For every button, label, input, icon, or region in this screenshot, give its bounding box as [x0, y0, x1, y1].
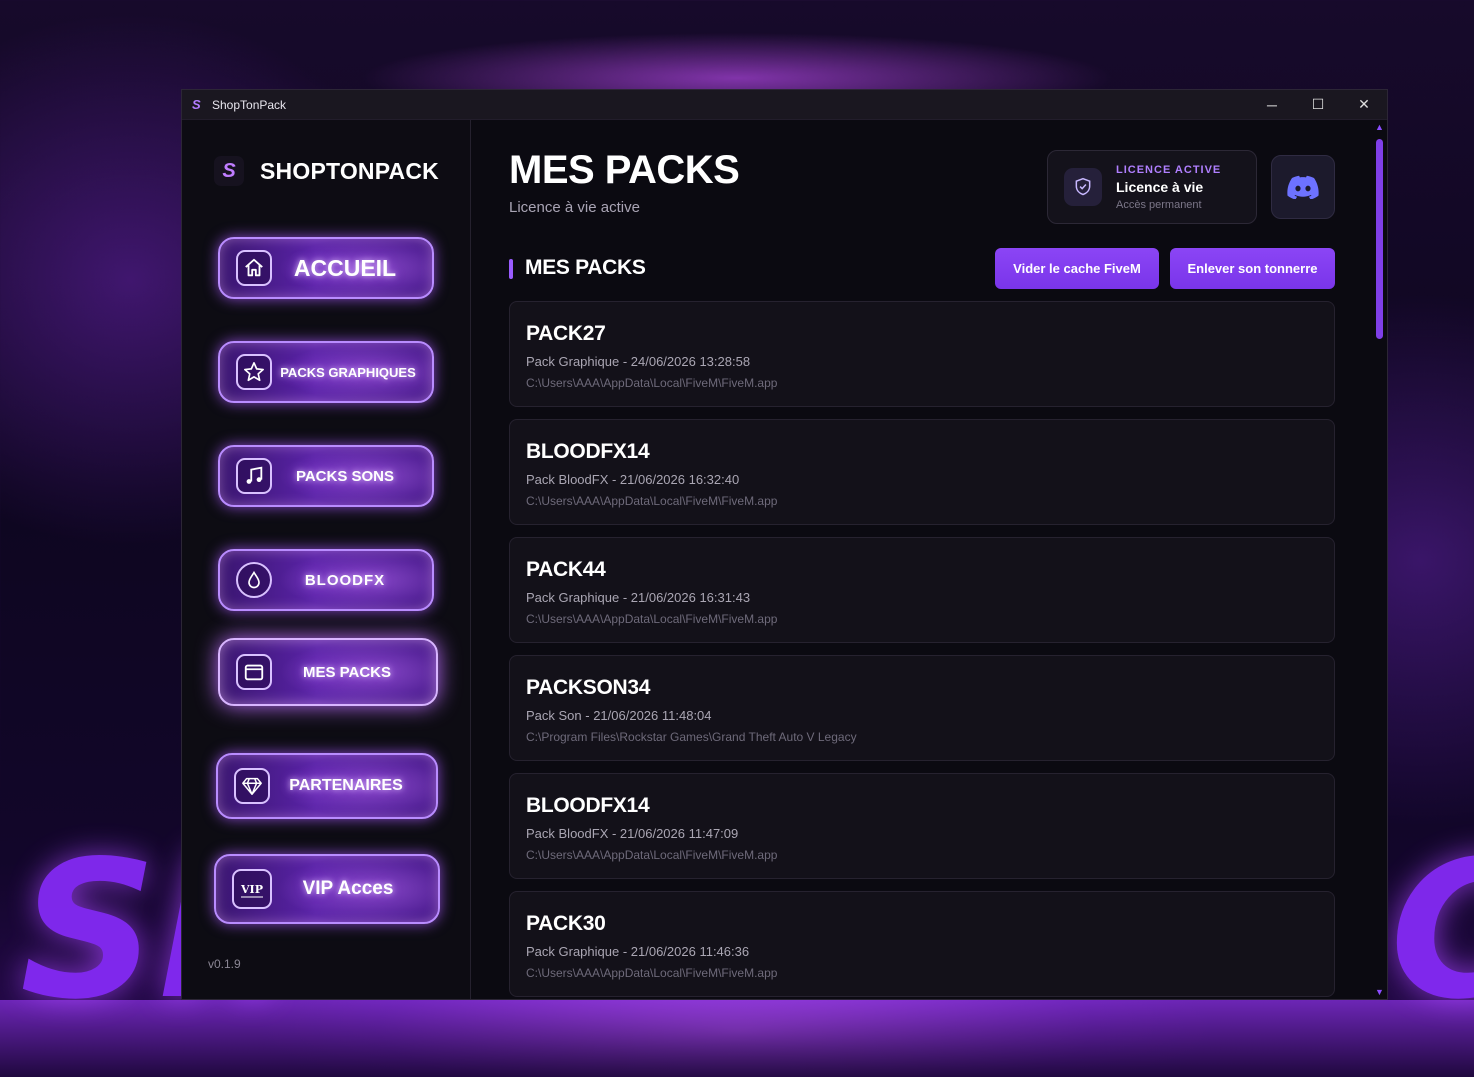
blood-drop-icon [236, 562, 272, 598]
pack-meta: Pack BloodFX - 21/06/2026 11:47:09 [526, 826, 739, 841]
brand-name: SHOPTONPACK [260, 157, 439, 184]
svg-text:VIP: VIP [240, 883, 263, 896]
pack-meta: Pack BloodFX - 21/06/2026 16:32:40 [526, 472, 740, 487]
background-logo-letters-right: C [1390, 820, 1474, 1041]
sidebar-item-bloodfx[interactable]: BLOODFX [218, 549, 434, 611]
minimize-button[interactable]: ─ [1249, 90, 1295, 120]
vip-badge-icon: VIP [232, 869, 272, 909]
pack-path: C:\Users\AAA\AppData\Local\FiveM\FiveM.a… [526, 612, 778, 626]
pack-meta: Pack Graphique - 21/06/2026 11:46:36 [526, 944, 750, 959]
sidebar-item-mes-packs[interactable]: MES PACKS [218, 638, 438, 706]
pack-meta: Pack Graphique - 24/06/2026 13:28:58 [526, 354, 751, 369]
pack-card[interactable]: BLOODFX14 Pack BloodFX - 21/06/2026 11:4… [509, 773, 1335, 879]
sidebar-item-label: MES PACKS [302, 663, 392, 681]
home-icon [236, 250, 272, 286]
pack-list: PACK27 Pack Graphique - 24/06/2026 13:28… [509, 301, 1335, 999]
pack-name: BLOODFX14 [526, 794, 650, 817]
app-version: v0.1.9 [208, 957, 241, 971]
pack-name: BLOODFX14 [526, 440, 650, 463]
sidebar-item-vip-acces[interactable]: VIP VIP Acces [214, 854, 440, 924]
brand: S SHOPTONPACK [214, 156, 439, 186]
scrollbar[interactable]: ▲ ▼ [1373, 120, 1387, 999]
sidebar-item-label: ACCUEIL [293, 254, 397, 281]
section-title: MES PACKS [525, 256, 646, 279]
window-controls: ─ ☐ ✕ [1249, 90, 1387, 120]
remove-thunder-sound-button[interactable]: Enlever son tonnerre [1170, 248, 1335, 289]
diamond-icon [234, 768, 270, 804]
license-card: LICENCE ACTIVE Licence à vie Accès perma… [1047, 150, 1257, 224]
section-accent-bar [509, 259, 513, 279]
sidebar-item-packs-graphiques[interactable]: PACKS GRAPHIQUES [218, 341, 434, 403]
license-status-label: LICENCE ACTIVE [1116, 163, 1222, 176]
brand-logo-icon: S [214, 156, 244, 186]
page-subtitle: Licence à vie active [509, 199, 640, 216]
pack-path: C:\Users\AAA\AppData\Local\FiveM\FiveM.a… [526, 848, 778, 862]
sidebar-item-partenaires[interactable]: PARTENAIRES [216, 753, 438, 819]
pack-name: PACK27 [526, 322, 606, 345]
music-note-icon [236, 458, 272, 494]
window-title: ShopTonPack [212, 97, 287, 112]
sidebar-item-label: PARTENAIRES [289, 777, 403, 794]
scroll-down-arrow-icon[interactable]: ▼ [1375, 987, 1384, 997]
pack-meta: Pack Graphique - 21/06/2026 16:31:43 [526, 590, 751, 605]
sidebar-item-label: PACKS GRAPHIQUES [280, 364, 416, 380]
close-button[interactable]: ✕ [1341, 90, 1387, 120]
shield-check-icon [1064, 168, 1102, 206]
pack-card[interactable]: PACK30 Pack Graphique - 21/06/2026 11:46… [509, 891, 1335, 997]
pack-meta: Pack Son - 21/06/2026 11:48:04 [526, 708, 712, 723]
app-window: S ShopTonPack ─ ☐ ✕ S SHOPTONPACK ACCUEI… [181, 89, 1388, 1000]
sidebar-item-label: VIP Acces [302, 878, 394, 899]
license-description: Accès permanent [1116, 198, 1202, 211]
pack-card[interactable]: PACK44 Pack Graphique - 21/06/2026 16:31… [509, 537, 1335, 643]
pack-card[interactable]: PACK27 Pack Graphique - 24/06/2026 13:28… [509, 301, 1335, 407]
page-title: MES PACKS [509, 148, 740, 192]
pack-card[interactable]: PACKSON34 Pack Son - 21/06/2026 11:48:04… [509, 655, 1335, 761]
app-logo-icon: S [192, 97, 201, 112]
sidebar-item-packs-sons[interactable]: PACKS SONS [218, 445, 434, 507]
pack-name: PACK30 [526, 912, 606, 935]
scroll-up-arrow-icon[interactable]: ▲ [1375, 122, 1384, 132]
folder-icon [236, 654, 272, 690]
scrollbar-thumb[interactable] [1376, 139, 1383, 339]
maximize-button[interactable]: ☐ [1295, 90, 1341, 120]
main-content: MES PACKS Licence à vie active LICENCE A… [471, 120, 1387, 999]
license-type: Licence à vie [1116, 178, 1204, 195]
discord-icon [1287, 175, 1319, 199]
pack-path: C:\Users\AAA\AppData\Local\FiveM\FiveM.a… [526, 376, 778, 390]
sidebar-item-label: BLOODFX [304, 571, 386, 589]
sidebar-item-label: PACKS SONS [295, 467, 395, 485]
title-bar[interactable]: S ShopTonPack ─ ☐ ✕ [182, 90, 1387, 120]
pack-name: PACK44 [526, 558, 606, 581]
discord-button[interactable] [1271, 155, 1335, 219]
pack-path: C:\Users\AAA\AppData\Local\FiveM\FiveM.a… [526, 966, 778, 980]
pack-card[interactable]: BLOODFX14 Pack BloodFX - 21/06/2026 16:3… [509, 419, 1335, 525]
pack-path: C:\Program Files\Rockstar Games\Grand Th… [526, 730, 857, 744]
sidebar-item-accueil[interactable]: ACCUEIL [218, 237, 434, 299]
sidebar: S SHOPTONPACK ACCUEIL PACKS GRAPHIQUES P… [182, 120, 471, 999]
star-icon [236, 354, 272, 390]
pack-path: C:\Users\AAA\AppData\Local\FiveM\FiveM.a… [526, 494, 778, 508]
pack-name: PACKSON34 [526, 676, 651, 699]
clear-cache-button[interactable]: Vider le cache FiveM [995, 248, 1159, 289]
